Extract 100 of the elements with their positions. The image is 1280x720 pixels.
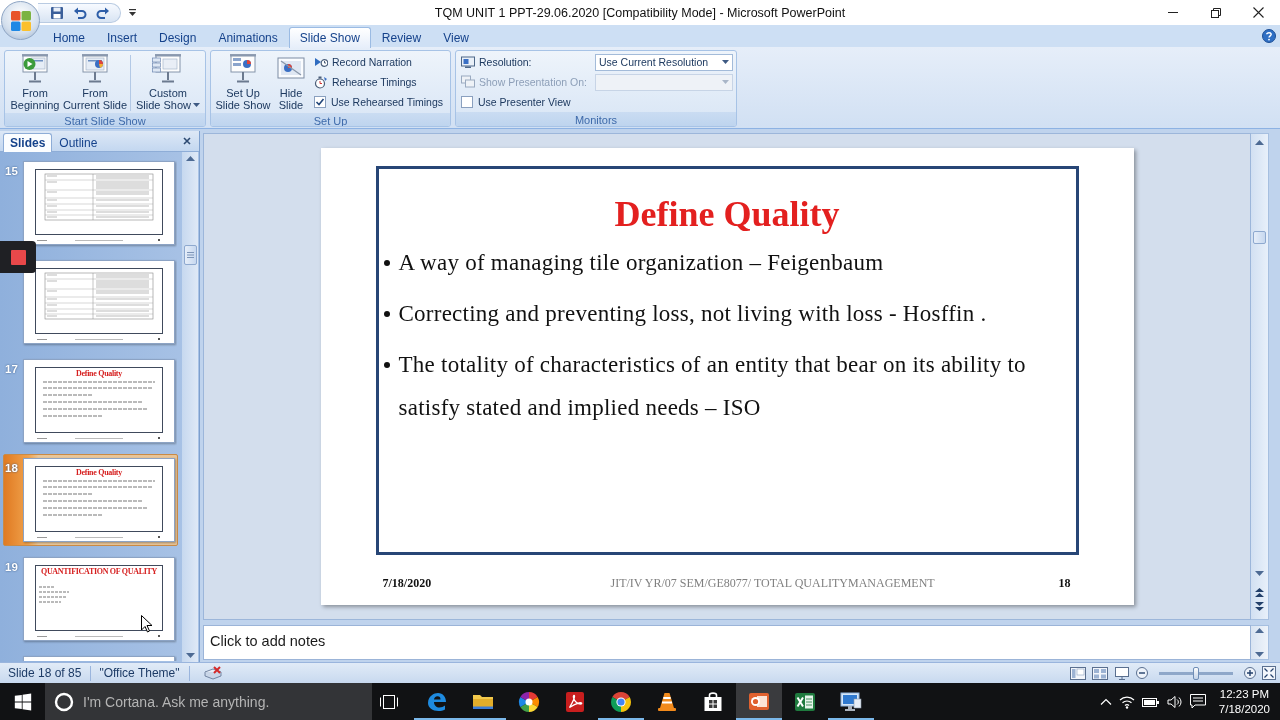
thumbnail-row[interactable]: 17 Define Quality <box>3 355 178 447</box>
ribbon-button[interactable]: From Beginning <box>7 51 63 113</box>
footer-text: JIT/IV YR/07 SEM/GE8077/ TOTAL QUALITYMANAGEMENT <box>610 576 935 590</box>
scrollbar-thumb[interactable] <box>183 245 197 265</box>
caret-icon <box>722 60 729 64</box>
ribbon-command[interactable]: Rehearse Timings <box>314 73 417 91</box>
slide-text-drawing <box>38 586 70 603</box>
slide-thumbnail[interactable]: Define Quality <box>23 359 175 443</box>
task-view-icon <box>380 694 398 709</box>
four-squares-logo-icon <box>9 9 32 32</box>
ribbon-button[interactable]: Set Up Slide Show <box>213 51 273 113</box>
ribbon-button[interactable]: Hide Slide <box>273 51 309 113</box>
thumbnail-title: Define Quality <box>76 468 122 477</box>
checkbox[interactable] <box>461 96 473 108</box>
record-stop-button[interactable] <box>0 241 36 273</box>
minimize-icon <box>1167 12 1178 13</box>
scroll-down-icon[interactable] <box>1255 652 1264 657</box>
search-field[interactable]: I'm Cortana. Ask me anything. <box>83 683 372 720</box>
notes-field[interactable]: Click to add notes <box>203 625 1251 660</box>
scrollbar-thumb[interactable] <box>1253 231 1266 244</box>
ribbon-tab[interactable]: Review <box>370 27 433 48</box>
slide-number: 19 <box>4 560 19 573</box>
slide-page-number: 18 <box>1058 576 1071 590</box>
taskbar-app[interactable] <box>736 683 782 720</box>
battery-icon[interactable] <box>1141 695 1160 708</box>
spell-check-icon[interactable] <box>203 665 222 681</box>
slide-thumbnail[interactable]: Define Quality <box>23 458 175 542</box>
bullet-text: Correcting and preventing loss, not living with loss - Hosffin . <box>398 300 987 328</box>
undo-icon[interactable] <box>73 5 87 20</box>
windows-logo-icon <box>13 692 32 711</box>
chevron-up-icon[interactable] <box>1099 698 1112 705</box>
wifi-icon[interactable] <box>1118 694 1135 709</box>
grip-icon <box>186 252 194 258</box>
ring-icon <box>54 691 74 712</box>
bullet-text: The totality of characteristics of an entity that bear on its ability to satisfy stated and implied needs – ISO <box>398 351 1027 422</box>
slideshow-view-icon[interactable] <box>1114 666 1130 680</box>
slide-thumbnail[interactable]: QUANTIFICATION OF QUALITY <box>23 557 175 641</box>
play-clock-icon <box>314 55 328 69</box>
slide-thumbnail[interactable] <box>23 260 175 344</box>
group-label: Monitors <box>456 112 736 126</box>
bullet-icon <box>383 362 390 368</box>
projector-chart-icon <box>79 52 111 84</box>
ribbon-tab[interactable]: View <box>432 27 480 48</box>
thumbnail-row[interactable]: 19 QUANTIFICATION OF QUALITY <box>3 553 178 645</box>
close-icon <box>1253 7 1264 18</box>
scroll-up-icon[interactable] <box>185 156 195 161</box>
panel-tab[interactable]: Outline <box>52 133 105 152</box>
zoom-in-icon[interactable] <box>1244 667 1256 679</box>
scroll-up-icon[interactable] <box>1255 140 1264 145</box>
previous-slide-icon[interactable] <box>1255 588 1264 597</box>
ribbon-tab[interactable]: Home <box>42 27 96 48</box>
scroll-up-icon[interactable] <box>1255 628 1264 633</box>
projector-play-icon <box>19 52 51 84</box>
slide-thumbnail[interactable] <box>23 161 175 245</box>
theme-name: "Office Theme" <box>98 666 181 680</box>
monitor-icon <box>461 55 475 69</box>
ribbon-command[interactable]: Record Narration <box>314 53 412 71</box>
customize-caret-icon[interactable] <box>129 9 136 16</box>
slide-number: 15 <box>4 164 19 177</box>
help-icon[interactable] <box>1262 29 1276 43</box>
scroll-down-icon[interactable] <box>185 653 195 658</box>
slider-thumb[interactable] <box>1193 666 1199 680</box>
caret-icon <box>722 80 729 84</box>
panel-tab[interactable]: Slides <box>3 133 53 152</box>
slide-number: 17 <box>4 362 19 375</box>
ribbon-tab[interactable]: Slide Show <box>288 27 371 48</box>
stopwatch-icon <box>314 75 328 89</box>
stop-icon <box>10 249 26 265</box>
checkbox-label[interactable]: Use Rehearsed Timings <box>331 96 444 108</box>
ribbon-tab[interactable]: Animations <box>207 27 289 48</box>
slide-counter: Slide 18 of 85 <box>7 666 83 680</box>
window-title: TQM UNIT 1 PPT-29.06.2020 [Compatibility Mode] - Microsoft PowerPoint <box>434 5 846 20</box>
ribbon-tab[interactable]: Design <box>148 27 208 48</box>
close-icon[interactable] <box>183 137 191 145</box>
projector-slides-icon <box>152 52 184 84</box>
ribbon-button[interactable]: From Current Slide <box>63 51 127 113</box>
thumbnail-title: Define Quality <box>76 369 122 378</box>
two-screens-icon <box>461 75 475 89</box>
slide-sorter-icon[interactable] <box>1092 666 1108 680</box>
save-icon[interactable] <box>50 5 64 20</box>
checkbox[interactable] <box>314 96 326 108</box>
scroll-down-icon[interactable] <box>1255 571 1264 576</box>
clock-date: 7/18/2020 <box>1218 701 1270 717</box>
speaker-icon[interactable] <box>1166 694 1183 709</box>
checkbox-label[interactable]: Use Presenter View <box>478 96 571 108</box>
normal-view-icon[interactable] <box>1070 666 1086 680</box>
group-label: Start Slide Show <box>5 113 205 126</box>
ribbon-tab[interactable]: Insert <box>96 27 149 48</box>
zoom-out-icon[interactable] <box>1136 667 1148 679</box>
thumbnail-row[interactable]: 18 Define Quality <box>3 454 178 546</box>
ribbon-button[interactable]: Custom Slide Show <box>134 51 202 113</box>
bullet-text: A way of managing tile organization – Feigenbaum <box>398 249 884 277</box>
redo-icon[interactable] <box>96 5 110 20</box>
pinwheel-icon <box>517 689 541 714</box>
cortana-button[interactable] <box>45 683 83 720</box>
notification-icon[interactable] <box>1189 694 1206 709</box>
fit-to-window-icon[interactable] <box>1262 666 1276 680</box>
next-slide-icon[interactable] <box>1255 602 1264 611</box>
bullet-icon <box>383 311 390 317</box>
dropdown-field[interactable]: Use Current Resolution <box>595 53 733 71</box>
